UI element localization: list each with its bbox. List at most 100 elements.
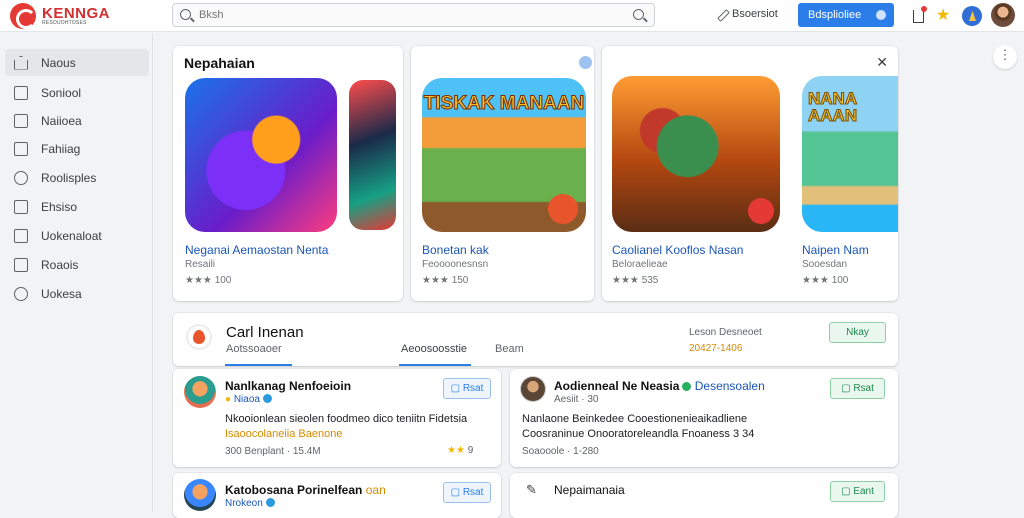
sidebar-item-9[interactable]: Uokesa xyxy=(5,280,149,307)
featured-card-2[interactable]: TISKAK MANAAN Bonetan kak Feoooonesnsn ★… xyxy=(411,46,594,301)
featured-card-3[interactable]: ✕ NANA AAAN Caolianel Kooflos Nasan Belo… xyxy=(602,46,898,301)
post-author-name: Katobosana Porinelfean xyxy=(225,483,363,497)
game-subtitle: Feoooonesnsn xyxy=(422,259,489,270)
sidebar-item-3[interactable]: Naiioea xyxy=(5,107,149,134)
follow-button-label: Rsat xyxy=(462,383,484,394)
post-reactions[interactable]: ★★ 9 xyxy=(447,445,473,456)
profile-badge-icon[interactable] xyxy=(962,6,982,26)
game-name[interactable]: Naipen Nam xyxy=(802,243,869,257)
follow-button[interactable]: ▢ Eant xyxy=(830,481,885,502)
post-avatar[interactable] xyxy=(184,479,216,511)
trophy-icon[interactable]: ★ xyxy=(936,6,956,26)
post-type-icon: ✎ xyxy=(526,482,537,497)
sidebar-item-2[interactable]: Soniool xyxy=(5,79,149,106)
tab-team[interactable]: Beam xyxy=(495,343,524,355)
toggle-dot-icon xyxy=(876,10,886,20)
game-thumbnail-partial[interactable] xyxy=(349,80,396,230)
rating-stars-icon: ★★★ xyxy=(802,275,832,286)
search-input[interactable] xyxy=(199,7,599,23)
gear-icon xyxy=(14,170,28,185)
close-icon[interactable]: ✕ xyxy=(876,54,888,71)
game-name[interactable]: Bonetan kak xyxy=(422,243,489,257)
feed-subtitle: Aotssoaoer xyxy=(226,343,282,355)
post-channel: Desensoalen xyxy=(694,379,765,393)
rating-value: 100 xyxy=(214,275,232,286)
game-subtitle: Beloraelieae xyxy=(612,259,668,270)
feed-title: Carl Inenan xyxy=(226,324,304,341)
sidebar-item-label: Roaois xyxy=(41,257,79,272)
post-avatar[interactable] xyxy=(520,376,546,402)
verified-icon xyxy=(262,394,272,403)
sidebar-item-5[interactable]: Roolisples xyxy=(5,164,149,191)
post-avatar[interactable] xyxy=(184,376,216,408)
featured-card-1[interactable]: Nepahaian Neganai Aemaostan Nenta Resail… xyxy=(173,46,403,301)
follow-button-label: Rsat xyxy=(853,383,874,394)
post-handle: Aesiit · 30 xyxy=(554,394,599,405)
post-author[interactable]: Katobosana Porinelfean oan xyxy=(225,483,386,497)
follow-button[interactable]: ▢ Rsat xyxy=(830,378,885,399)
post-card[interactable]: Katobosana Porinelfean oan Nrokeon ▢ Rsa… xyxy=(173,473,501,518)
game-name[interactable]: Caolianel Kooflos Nasan xyxy=(612,243,743,257)
follow-button[interactable]: ▢ Rsat xyxy=(443,482,491,503)
follow-icon: ▢ xyxy=(841,383,854,394)
verified-icon xyxy=(265,498,275,507)
post-author[interactable]: Aodienneal Ne Neasia Desensoalen xyxy=(554,379,765,393)
sidebar-item-home[interactable]: Naous xyxy=(5,49,149,76)
search-box[interactable] xyxy=(172,3,655,27)
game-art-title: NANA AAAN xyxy=(808,89,858,125)
follow-button-label: Rsat xyxy=(462,487,484,498)
post-author-extra: oan xyxy=(365,483,386,497)
sidebar-item-label: Uokenaloat xyxy=(41,228,102,243)
folder-icon xyxy=(14,199,28,214)
game-subtitle: Resaili xyxy=(185,259,216,270)
tab-latest[interactable]: Aeoosoosstie xyxy=(401,343,467,355)
featured-title: Nepahaian xyxy=(184,55,255,71)
sidebar-item-label: Soniool xyxy=(41,85,82,100)
post-author-name: Aodienneal Ne Neasia xyxy=(554,379,680,393)
sidebar-item-8[interactable]: Roaois xyxy=(5,251,149,278)
post-card[interactable]: ✎ Nepaimanaia ▢ Eant xyxy=(510,473,898,518)
follow-button-label: Eant xyxy=(853,486,874,497)
game-name[interactable]: Neganai Aemaostan Nenta xyxy=(185,243,328,257)
sidebar-item-label: Naiioea xyxy=(41,113,82,128)
game-subtitle: Sooesdan xyxy=(802,259,848,270)
follow-button[interactable]: ▢ Rsat xyxy=(443,378,491,399)
sidebar-item-7[interactable]: Uokenaloat xyxy=(5,222,149,249)
pin-icon[interactable] xyxy=(579,56,592,69)
sidebar-item-4[interactable]: Fahiiag xyxy=(5,135,149,162)
game-thumbnail[interactable] xyxy=(612,76,780,232)
sidebar: Naous Soniool Naiioea Fahiiag Roolisples… xyxy=(0,33,153,512)
search-icon xyxy=(180,9,191,20)
post-author-name: Nanlkanag Nenfoeioin xyxy=(225,379,352,393)
play-icon[interactable] xyxy=(548,194,578,224)
fire-icon xyxy=(186,324,212,350)
game-art-title: TISKAK MANAAN xyxy=(423,93,585,114)
more-options-icon[interactable]: ⋮ xyxy=(993,45,1017,69)
game-thumbnail[interactable] xyxy=(185,78,337,232)
post-handle-text: Nrokeon xyxy=(225,498,263,509)
sidebar-item-label: Roolisples xyxy=(41,170,97,185)
feed-side-number: 20427-1406 xyxy=(689,343,743,354)
post-author[interactable]: Nanlkanag Nenfoeioin xyxy=(225,379,351,393)
news-icon xyxy=(14,113,28,128)
notification-icon[interactable] xyxy=(910,6,930,26)
game-thumbnail[interactable]: TISKAK MANAAN xyxy=(422,78,586,232)
post-meta: 300 Benplant · 15.4M xyxy=(225,446,321,457)
search-submit-icon[interactable] xyxy=(633,9,644,20)
play-icon[interactable] xyxy=(748,198,774,224)
post-card[interactable]: Nanlkanag Nenfoeioin ● Niaoa ▢ Rsat Nkoo… xyxy=(173,369,501,467)
primary-button[interactable]: Bdsplioliee xyxy=(798,3,894,27)
app-logo[interactable]: KENNGA RESOUOHTOSES xyxy=(10,3,110,29)
follow-button[interactable]: Nkay xyxy=(829,322,886,343)
primary-button-label: Bdsplioliee xyxy=(808,9,862,21)
sidebar-item-label: Fahiiag xyxy=(41,141,81,156)
post-author[interactable]: Nepaimanaia xyxy=(554,483,625,497)
user-avatar[interactable] xyxy=(991,3,1015,27)
post-card[interactable]: Aodienneal Ne Neasia Desensoalen Aesiit … xyxy=(510,369,898,467)
post-handle: ● Niaoa xyxy=(225,394,272,405)
sidebar-item-6[interactable]: Ehsiso xyxy=(5,193,149,220)
post-text-highlight: Isaoocolaneiia Baenone xyxy=(225,428,343,440)
home-icon xyxy=(14,55,28,70)
game-thumbnail-partial[interactable]: NANA AAAN xyxy=(802,76,898,232)
top-link[interactable]: Bsoersiot xyxy=(717,8,778,20)
